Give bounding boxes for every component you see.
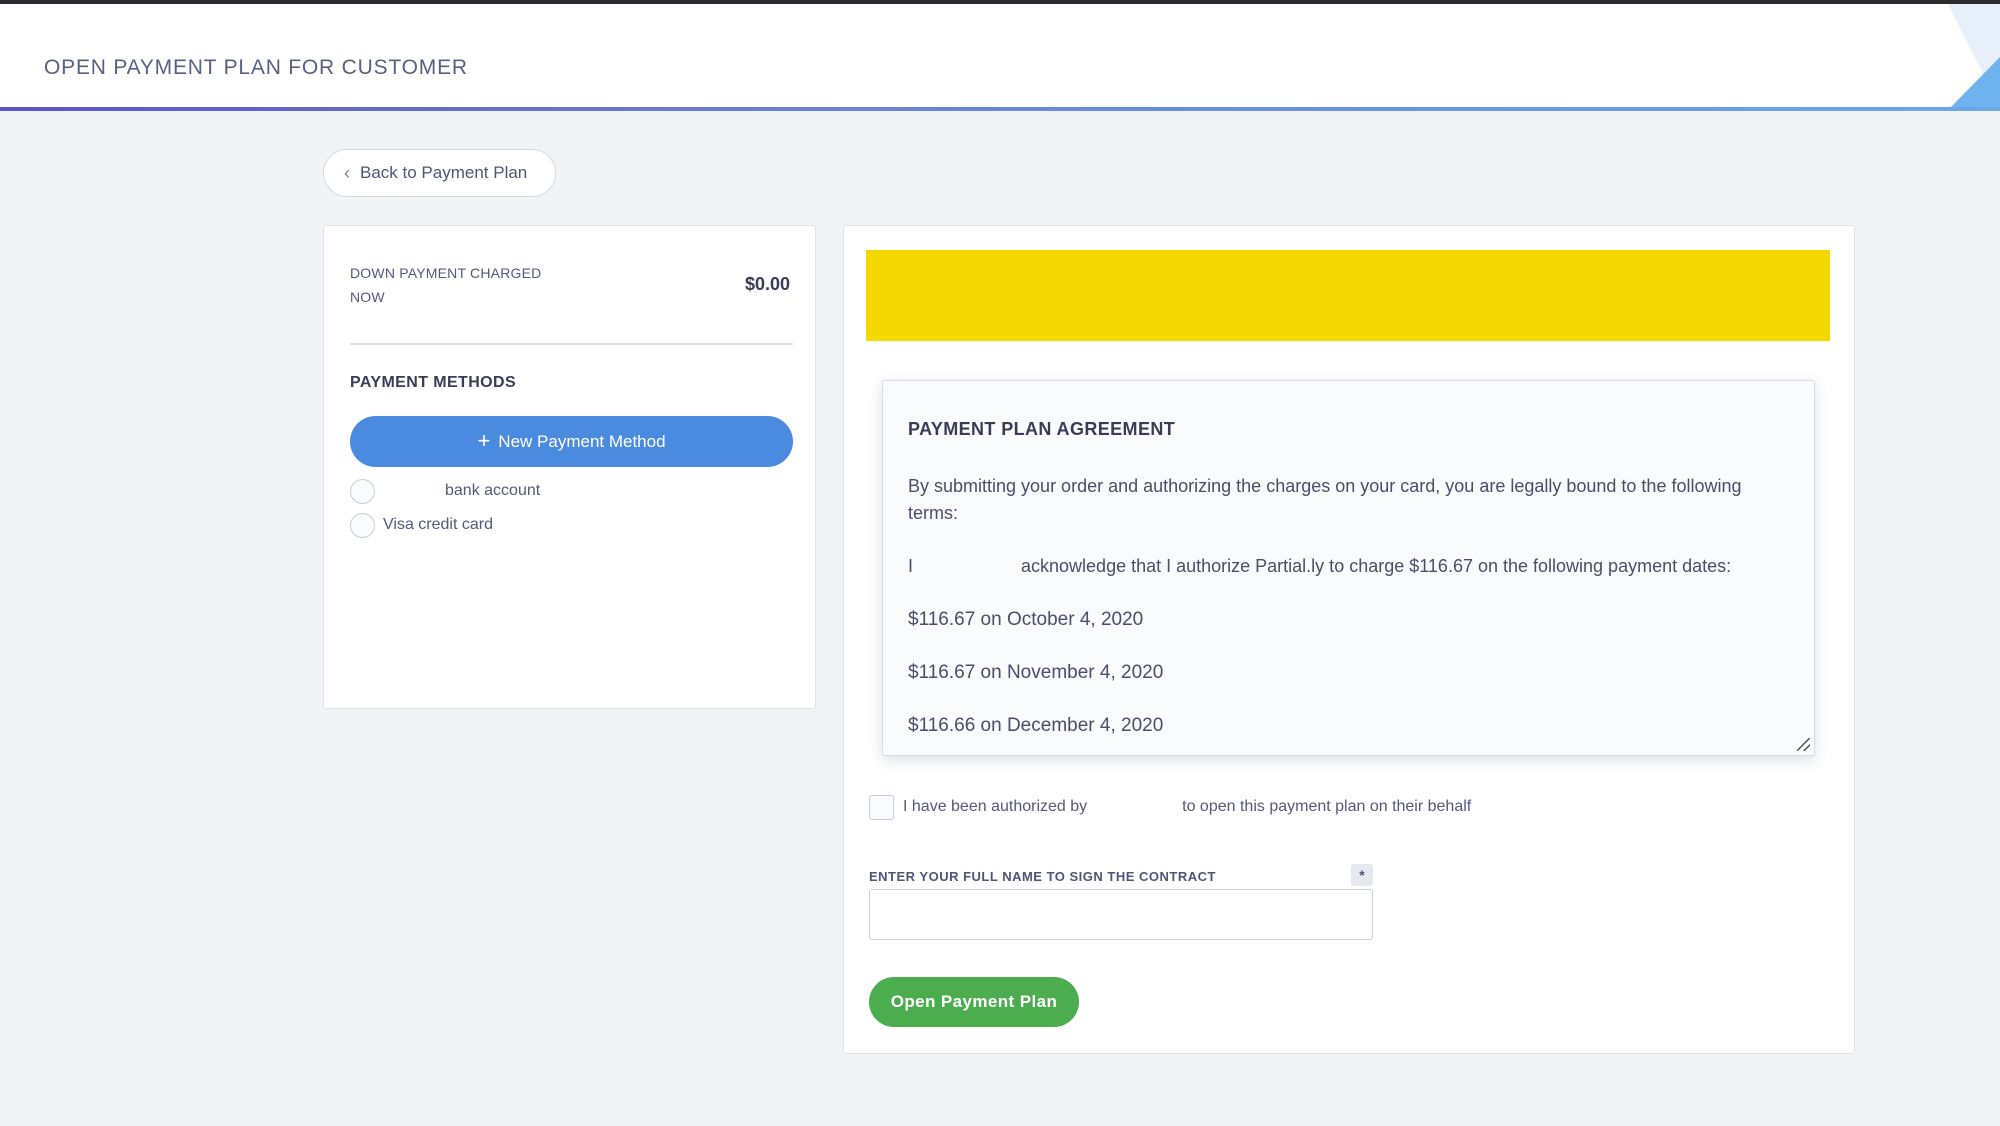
authorization-checkbox[interactable] bbox=[869, 794, 894, 820]
agreement-intro: By submitting your order and authorizing… bbox=[908, 476, 1742, 523]
down-payment-amount: $0.00 bbox=[744, 274, 790, 294]
resize-handle-icon[interactable] bbox=[1797, 738, 1810, 751]
authorization-text: I have been authorized by to open this pa… bbox=[903, 798, 1471, 816]
required-marker: * bbox=[1351, 864, 1373, 886]
header-accent-bar bbox=[0, 107, 2000, 111]
authorization-suffix: to open this payment plan on their behal… bbox=[1182, 798, 1472, 815]
page-header: OPEN PAYMENT PLAN FOR CUSTOMER bbox=[0, 4, 2000, 107]
full-name-input[interactable] bbox=[869, 889, 1373, 940]
new-payment-method-label: New Payment Method bbox=[498, 431, 666, 451]
ack-prefix: I bbox=[908, 556, 914, 576]
radio-button[interactable] bbox=[350, 478, 375, 504]
authorization-checkbox-row[interactable]: I have been authorized by to open this pa… bbox=[869, 793, 1471, 821]
payment-method-label: bank account bbox=[445, 482, 541, 499]
back-to-payment-plan-button[interactable]: ‹ Back to Payment Plan bbox=[323, 149, 556, 197]
back-button-label: Back to Payment Plan bbox=[360, 163, 528, 182]
radio-button[interactable] bbox=[350, 512, 375, 538]
open-payment-plan-button[interactable]: Open Payment Plan bbox=[869, 977, 1079, 1027]
ack-text: acknowledge that I authorize Partial.ly … bbox=[1021, 556, 1732, 576]
agreement-title: PAYMENT PLAN AGREEMENT bbox=[908, 419, 1176, 439]
payment-method-option-visa[interactable]: Visa credit card bbox=[350, 512, 493, 538]
agreement-acknowledgement: Iacknowledge that I authorize Partial.ly… bbox=[908, 553, 1789, 580]
page-title: OPEN PAYMENT PLAN FOR CUSTOMER bbox=[44, 56, 468, 79]
notice-banner bbox=[866, 250, 1830, 341]
payment-date-line: $116.67 on November 4, 2020 bbox=[908, 662, 1164, 683]
new-payment-method-button[interactable]: + New Payment Method bbox=[350, 416, 793, 467]
payment-date-line: $116.67 on October 4, 2020 bbox=[908, 609, 1144, 630]
payment-summary-card: DOWN PAYMENT CHARGED NOW $0.00 PAYMENT M… bbox=[323, 225, 816, 709]
summary-divider bbox=[350, 343, 793, 345]
agreement-textarea[interactable]: PAYMENT PLAN AGREEMENT By submitting you… bbox=[882, 380, 1815, 756]
down-payment-label: DOWN PAYMENT CHARGED NOW bbox=[350, 265, 542, 305]
payment-methods-title: PAYMENT METHODS bbox=[350, 374, 517, 391]
signature-label: ENTER YOUR FULL NAME TO SIGN THE CONTRAC… bbox=[869, 869, 1216, 884]
payment-method-option-bank[interactable]: bank account bbox=[350, 478, 540, 504]
payment-method-label: Visa credit card bbox=[383, 516, 493, 533]
plus-icon: + bbox=[477, 427, 491, 453]
header-corner-accent bbox=[1950, 57, 2000, 108]
payment-date-line: $116.66 on December 4, 2020 bbox=[908, 715, 1164, 736]
agreement-card: PAYMENT PLAN AGREEMENT By submitting you… bbox=[843, 225, 1855, 1054]
authorization-prefix: I have been authorized by bbox=[903, 798, 1088, 815]
chevron-left-icon: ‹ bbox=[344, 163, 350, 183]
